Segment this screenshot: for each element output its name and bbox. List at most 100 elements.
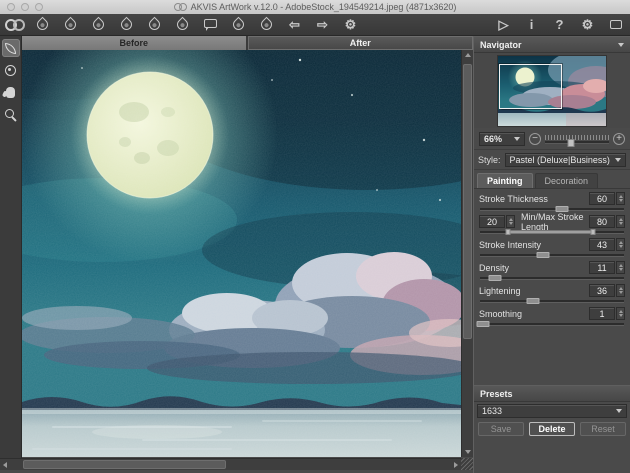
zoom-in-button[interactable]: + <box>613 133 625 145</box>
save-image-icon <box>63 17 79 33</box>
horizontal-scrollbar[interactable] <box>0 458 461 470</box>
redo-icon[interactable]: ⇨ <box>313 16 332 34</box>
vertical-scroll-thumb[interactable] <box>463 64 472 339</box>
scroll-right-icon[interactable] <box>451 460 461 470</box>
publish-icon[interactable] <box>201 16 220 34</box>
zoom-tool[interactable] <box>2 105 20 123</box>
close-button[interactable] <box>7 3 15 11</box>
navigator-thumbnail[interactable] <box>497 55 607 127</box>
preset-select[interactable]: 1633 <box>477 404 627 418</box>
param-smoothing-label: Smoothing <box>479 309 586 319</box>
redo-icon: ⇨ <box>317 17 328 33</box>
zoom-window-button[interactable] <box>35 3 43 11</box>
export-presets-icon[interactable] <box>173 16 192 34</box>
panel-toggle-icon[interactable] <box>606 16 625 34</box>
save-preset-button[interactable]: Save <box>478 422 524 436</box>
resize-grip[interactable] <box>461 458 473 470</box>
param-smoothing-slider-handle[interactable] <box>477 321 490 327</box>
vertical-scroll-track[interactable] <box>462 60 473 447</box>
zoom-level-select[interactable]: 66% <box>479 132 525 146</box>
param-lightening-spinner[interactable] <box>616 284 625 297</box>
print-image-icon[interactable] <box>89 16 108 34</box>
hand-tool <box>6 87 15 98</box>
import-presets-icon <box>147 17 163 33</box>
param-min-max-stroke-length-max-handle[interactable] <box>590 229 595 235</box>
preferences-icon[interactable]: ⚙ <box>578 16 597 34</box>
param-stroke-thickness-value[interactable]: 60 <box>589 192 615 205</box>
zoom-slider[interactable] <box>545 133 609 145</box>
run-icon: ▷ <box>499 17 509 33</box>
scroll-down-icon[interactable] <box>463 447 473 457</box>
help-icon[interactable]: ? <box>550 16 569 34</box>
print-image-icon <box>91 17 107 33</box>
right-panel: Navigator <box>473 36 630 473</box>
tab-before[interactable]: Before <box>22 36 246 50</box>
info-icon[interactable]: i <box>522 16 541 34</box>
history-brush-tool <box>5 65 16 76</box>
param-smoothing: Smoothing1 <box>479 307 625 328</box>
scroll-left-icon[interactable] <box>0 460 10 470</box>
navigator-menu-icon[interactable] <box>618 43 624 47</box>
batch-processing-icon[interactable]: ⚙ <box>341 16 360 34</box>
quick-preview-tool[interactable] <box>2 39 20 57</box>
canvas-image[interactable] <box>22 50 461 457</box>
param-smoothing-spinner[interactable] <box>616 307 625 320</box>
param-density-label: Density <box>479 263 586 273</box>
param-min-max-stroke-length: 20Min/Max Stroke Length80 <box>479 215 625 236</box>
save-image-icon[interactable] <box>61 16 80 34</box>
param-stroke-thickness-slider-handle[interactable] <box>556 206 569 212</box>
param-stroke-intensity-spinner[interactable] <box>616 238 625 251</box>
open-image-icon[interactable] <box>33 16 52 34</box>
param-lightening-value[interactable]: 36 <box>589 284 615 297</box>
param-min-max-stroke-length-min-value[interactable]: 20 <box>479 215 505 228</box>
zoom-out-button[interactable]: − <box>529 133 541 145</box>
import-presets-icon[interactable] <box>145 16 164 34</box>
param-stroke-intensity-value[interactable]: 43 <box>589 238 615 251</box>
save-settings-icon[interactable] <box>257 16 276 34</box>
chevron-down-icon <box>615 158 621 162</box>
tab-after[interactable]: After <box>248 36 474 50</box>
scroll-up-icon[interactable] <box>463 50 473 60</box>
param-stroke-thickness-slider[interactable] <box>479 205 625 213</box>
param-min-max-stroke-length-slider[interactable] <box>479 228 625 236</box>
share-image-icon[interactable] <box>117 16 136 34</box>
param-density-spinner[interactable] <box>616 261 625 274</box>
horizontal-scroll-thumb[interactable] <box>23 460 226 469</box>
style-select[interactable]: Pastel (Deluxe|Business) <box>505 153 626 167</box>
vertical-scrollbar[interactable] <box>461 50 473 457</box>
open-image-icon <box>35 17 51 33</box>
minimize-button[interactable] <box>21 3 29 11</box>
zoom-slider-handle[interactable] <box>567 139 574 147</box>
param-density-slider-handle[interactable] <box>489 275 502 281</box>
param-lightening-slider-handle[interactable] <box>527 298 540 304</box>
param-min-max-stroke-length-max-value[interactable]: 80 <box>589 215 615 228</box>
param-min-max-stroke-length-max-spinner[interactable] <box>616 215 625 228</box>
undo-icon: ⇦ <box>289 17 300 33</box>
run-icon[interactable]: ▷ <box>494 16 513 34</box>
akvis-logo[interactable] <box>5 16 24 34</box>
app-window: AKVIS ArtWork v.12.0 - AdobeStock_194549… <box>0 0 630 473</box>
param-smoothing-value[interactable]: 1 <box>589 307 615 320</box>
param-density-value[interactable]: 11 <box>589 261 615 274</box>
param-lightening-slider[interactable] <box>479 297 625 305</box>
reset-button[interactable]: Reset <box>580 422 626 436</box>
param-min-max-stroke-length-range-fill[interactable] <box>508 230 593 234</box>
tab-decoration[interactable]: Decoration <box>535 173 599 188</box>
history-brush-tool[interactable] <box>2 61 20 79</box>
delete-preset-button[interactable]: Delete <box>529 422 575 436</box>
param-smoothing-slider[interactable] <box>479 320 625 328</box>
param-stroke-intensity-slider[interactable] <box>479 251 625 259</box>
param-stroke-intensity-slider-handle[interactable] <box>537 252 550 258</box>
param-min-max-stroke-length-min-spinner[interactable] <box>506 215 515 228</box>
navigator-view-frame[interactable] <box>499 64 562 109</box>
akvis-logo <box>5 18 24 32</box>
horizontal-scroll-track[interactable] <box>10 459 451 470</box>
param-min-max-stroke-length-min-handle[interactable] <box>506 229 511 235</box>
param-density-slider[interactable] <box>479 274 625 282</box>
tab-painting[interactable]: Painting <box>477 173 533 188</box>
undo-icon[interactable]: ⇦ <box>285 16 304 34</box>
param-stroke-thickness-label: Stroke Thickness <box>479 194 586 204</box>
hand-tool[interactable] <box>2 83 20 101</box>
param-stroke-thickness-spinner[interactable] <box>616 192 625 205</box>
load-settings-icon[interactable] <box>229 16 248 34</box>
